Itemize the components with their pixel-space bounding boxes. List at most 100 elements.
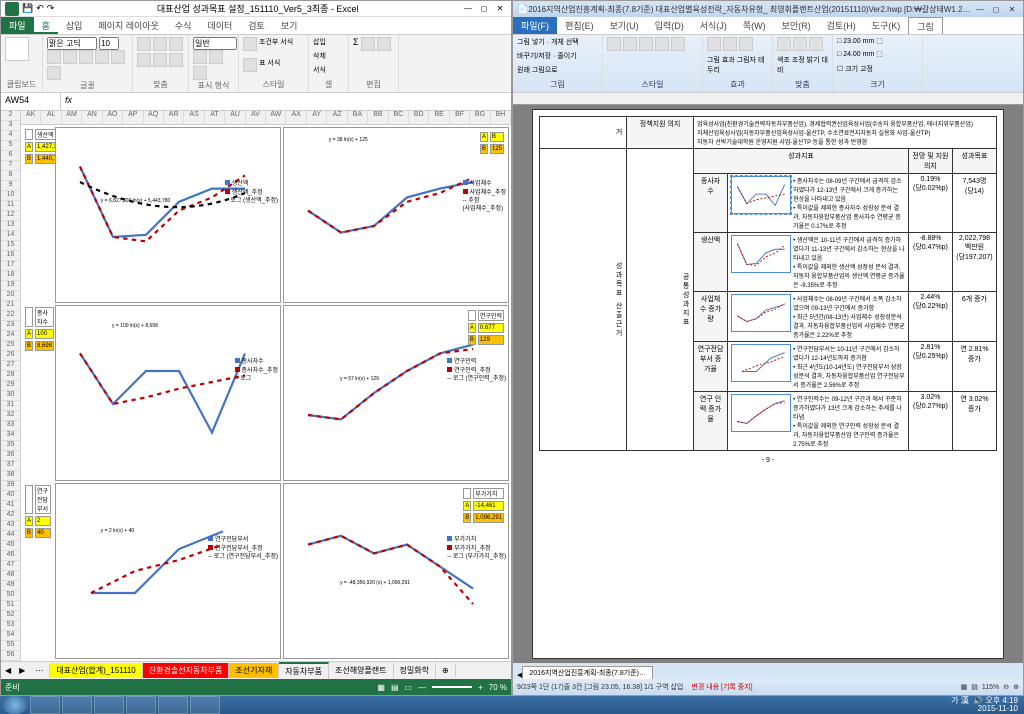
tab-formula[interactable]: 수식 <box>167 17 200 34</box>
taskbar-button-app[interactable] <box>190 696 220 714</box>
effect-icon[interactable] <box>707 37 721 51</box>
qat-undo-icon[interactable]: ↶ <box>36 3 44 14</box>
align-top-icon[interactable] <box>137 37 151 51</box>
comma-icon[interactable] <box>193 66 207 80</box>
doc-chart-3[interactable] <box>731 294 791 332</box>
tab-layout[interactable]: 페이지 레이아웃 <box>90 17 166 34</box>
view-normal-icon[interactable]: ▦ <box>377 683 385 692</box>
hwp-tab[interactable]: 편집(E) <box>557 17 602 34</box>
taskbar-button-excel[interactable] <box>158 696 188 714</box>
doc-chart-4[interactable] <box>731 344 791 382</box>
view-icon[interactable]: ▦ <box>961 683 968 691</box>
italic-icon[interactable] <box>63 50 77 64</box>
number-format-select[interactable] <box>193 37 237 50</box>
contrast-icon[interactable] <box>809 37 823 51</box>
zoom-in-icon[interactable]: + <box>478 683 483 692</box>
tab-insert[interactable]: 삽입 <box>58 17 91 34</box>
tab-view[interactable]: 보기 <box>273 17 306 34</box>
font-name-select[interactable] <box>47 37 97 50</box>
chart-value-added[interactable]: 부가가치A-14,461B1,096,291 y = -48,356,920 (… <box>283 483 509 659</box>
zoom-out-icon[interactable]: ⊖ <box>1003 683 1009 691</box>
doc-chart-5[interactable] <box>731 394 791 432</box>
hwp-tab[interactable]: 서식(J) <box>692 17 735 34</box>
border-icon[interactable] <box>95 50 109 64</box>
find-icon[interactable] <box>377 37 391 51</box>
hwp-tab[interactable]: 쪽(W) <box>735 17 774 34</box>
style-icon[interactable] <box>655 37 669 51</box>
font-size-select[interactable] <box>99 37 119 50</box>
currency-icon[interactable] <box>193 50 207 64</box>
shadow-icon[interactable] <box>723 37 737 51</box>
close-icon[interactable]: ✕ <box>1005 3 1019 15</box>
taskbar-button-folder[interactable] <box>94 696 124 714</box>
border-icon[interactable] <box>739 37 753 51</box>
zoom-slider[interactable] <box>432 686 472 688</box>
close-icon[interactable]: ✕ <box>493 3 507 15</box>
zoom-in-icon[interactable]: ⊕ <box>1013 683 1019 691</box>
underline-icon[interactable] <box>79 50 93 64</box>
sheet-nav-first[interactable]: ◀ <box>1 666 15 675</box>
doc-chart-1[interactable] <box>731 176 791 214</box>
align-bot-icon[interactable] <box>169 37 183 51</box>
cond-format-icon[interactable] <box>243 37 257 51</box>
font-color-icon[interactable] <box>47 66 61 80</box>
formula-bar[interactable] <box>76 93 511 110</box>
sheet-tab[interactable]: 조선기자재 <box>229 663 279 678</box>
chart-production[interactable]: y = 6,827,300 ln(x) + 5,443,780 생산액생산액_추… <box>55 127 281 303</box>
style-icon[interactable] <box>623 37 637 51</box>
zoom-level[interactable]: 70 % <box>489 683 507 692</box>
tab-file[interactable]: 파일 <box>1 17 34 34</box>
zoom-out-icon[interactable]: — <box>418 683 426 692</box>
style-icon[interactable] <box>607 37 621 51</box>
bright-icon[interactable] <box>793 37 807 51</box>
chart-research-staff[interactable]: 연구인력A0.677B129 y = 57 ln(x) + 129 연구인력연구… <box>283 305 509 481</box>
sheet-tab[interactable]: 대표산업(합계)_151110 <box>50 663 142 678</box>
fx-icon[interactable]: fx <box>61 93 76 110</box>
minimize-icon[interactable]: — <box>973 3 987 15</box>
maximize-icon[interactable]: ◻ <box>989 3 1003 15</box>
view-break-icon[interactable]: ▭ <box>405 683 413 692</box>
taskbar-button-hwp[interactable] <box>126 696 156 714</box>
align-center-icon[interactable] <box>153 53 167 67</box>
style-icon[interactable] <box>671 37 685 51</box>
taskbar-button-explorer[interactable] <box>30 696 60 714</box>
sort-icon[interactable] <box>361 37 375 51</box>
name-box[interactable]: AW54 <box>1 93 61 110</box>
view-layout-icon[interactable]: ▤ <box>391 683 399 692</box>
align-left-icon[interactable] <box>137 53 151 67</box>
sheet-tab[interactable]: 조선해양플랜트 <box>329 663 394 678</box>
sheet-tab[interactable]: 친환경솔선자동차부품 <box>143 663 230 678</box>
fill-icon[interactable] <box>111 50 125 64</box>
chart-business[interactable]: ABB125 y = 38 ln(x) + 125 사업체수사업체수_추정-- … <box>283 127 509 303</box>
table-format-icon[interactable] <box>243 58 257 72</box>
tab-data[interactable]: 데이터 <box>199 17 240 34</box>
percent-icon[interactable] <box>209 50 223 64</box>
view-icon[interactable]: ▤ <box>971 683 978 691</box>
minimize-icon[interactable]: — <box>461 3 475 15</box>
system-tray[interactable]: 가 漢 🔊 오후 4:19 2015-11-10 <box>951 697 1022 713</box>
hwp-tab-picture[interactable]: 그림 <box>908 17 943 34</box>
paste-icon[interactable] <box>5 37 29 61</box>
excel-grid[interactable]: 2345678910111213141516171819202122232425… <box>1 111 511 661</box>
qat-save-icon[interactable]: 💾 <box>22 3 33 14</box>
sum-icon[interactable]: Σ <box>353 37 359 51</box>
sheet-tab-active[interactable]: 자동차부품 <box>279 662 329 679</box>
hwp-tab[interactable]: 검토(H) <box>819 17 864 34</box>
taskbar-button-ie[interactable] <box>62 696 92 714</box>
sheet-nav-last[interactable]: ▶ <box>15 666 29 675</box>
bold-icon[interactable] <box>47 50 61 64</box>
color-icon[interactable] <box>777 37 791 51</box>
hwp-doc-tab[interactable]: 2016지역산업진흥계획-최종(7.8기준)… <box>522 666 653 679</box>
start-button[interactable] <box>2 696 28 714</box>
sheet-add-icon[interactable]: ⊕ <box>436 664 456 677</box>
tab-home[interactable]: 홈 <box>34 17 58 34</box>
doc-chart-2[interactable] <box>731 235 791 273</box>
chart-research-dept[interactable]: y = 2 ln(x) + 40 연구전담부서연구전담부서_추정-- 로그 (연… <box>55 483 281 659</box>
maximize-icon[interactable]: ◻ <box>477 3 491 15</box>
zoom-level[interactable]: 115% <box>982 684 999 691</box>
sheet-tab[interactable]: ⋯ <box>29 664 50 677</box>
hwp-document-area[interactable]: 거정책지원 의지업육성사업(친환경기술전략자동차부품산업), 경제협력권산업육성… <box>513 105 1023 663</box>
hwp-tab[interactable]: 보안(R) <box>774 17 819 34</box>
hwp-tab-file[interactable]: 파일(F) <box>513 17 557 34</box>
hwp-tab[interactable]: 보기(U) <box>602 17 647 34</box>
